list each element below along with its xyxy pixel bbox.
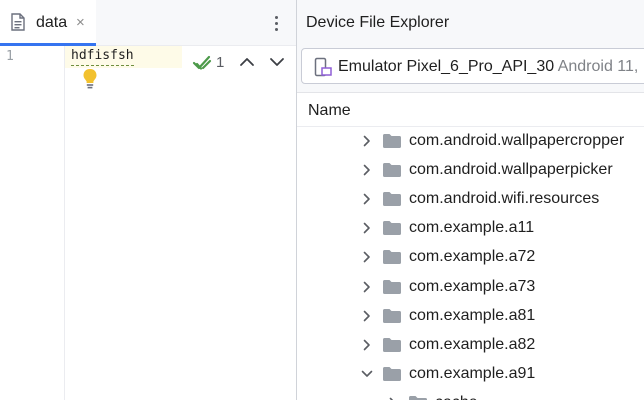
folder-icon [383, 134, 401, 148]
tree-row-label: com.example.a82 [409, 335, 536, 353]
tree-row[interactable]: com.example.a91 [297, 360, 644, 388]
folder-icon [383, 192, 401, 207]
tree-row-label: com.android.wallpaperpicker [409, 161, 613, 179]
chevron-down-icon[interactable] [361, 368, 373, 380]
chevron-right-icon[interactable] [361, 193, 373, 205]
panel-title: Device File Explorer [306, 14, 450, 31]
tree-row-label: com.example.a91 [409, 364, 536, 382]
column-header[interactable]: Name [297, 93, 644, 127]
chevron-up-icon[interactable] [238, 52, 256, 72]
double-check-icon [192, 55, 212, 70]
device-name: Emulator Pixel_6_Pro_API_30 [338, 58, 555, 75]
tree-row[interactable]: com.android.wallpapercropper [297, 127, 644, 155]
device-name-label: Emulator Pixel_6_Pro_API_30 Android 11, [338, 57, 638, 77]
tree-row-label: com.example.a11 [409, 219, 535, 237]
text-file-icon [11, 13, 25, 31]
tree-row[interactable]: com.example.a73 [297, 273, 644, 301]
tree-row[interactable]: com.example.a72 [297, 243, 644, 271]
device-selector[interactable]: Emulator Pixel_6_Pro_API_30 Android 11, [301, 48, 644, 84]
editor-tab-bar: data × [0, 0, 296, 46]
folder-icon [383, 308, 401, 323]
device-version: Android 11, [557, 58, 639, 75]
file-tree: Name com.android.wallpapercropper com.and… [297, 93, 644, 400]
tree-row-label: com.example.a81 [409, 306, 536, 324]
lightbulb-icon[interactable] [82, 68, 98, 90]
line-number-gutter: 1 [0, 46, 65, 400]
folder-icon [383, 279, 401, 294]
folder-icon [383, 221, 401, 236]
chevron-down-icon[interactable] [268, 52, 286, 72]
tree-row[interactable]: com.example.a81 [297, 302, 644, 330]
line-number: 1 [6, 49, 14, 64]
chevron-right-icon[interactable] [361, 281, 373, 293]
tree-row[interactable]: com.android.wallpaperpicker [297, 156, 644, 184]
folder-icon [383, 163, 401, 178]
tree-row[interactable]: cache [297, 389, 644, 400]
device-icon [314, 57, 332, 77]
tree-row-label: cache [435, 393, 478, 400]
editor-pane: data × 1 hdfisfsh 1 [0, 0, 296, 400]
tab-close-icon[interactable]: × [76, 13, 85, 33]
tree-row[interactable]: com.example.a11 [297, 214, 644, 242]
tree-row-label: com.example.a73 [409, 277, 536, 295]
folder-icon [383, 337, 401, 352]
chevron-right-icon[interactable] [361, 164, 373, 176]
folder-icon [383, 366, 401, 381]
chevron-right-icon[interactable] [361, 135, 373, 147]
folder-icon [409, 395, 427, 400]
tree-row[interactable]: com.android.wifi.resources [297, 185, 644, 213]
chevron-right-icon[interactable] [361, 339, 373, 351]
folder-icon [383, 250, 401, 265]
tab-label: data [36, 14, 68, 31]
code-line[interactable]: hdfisfsh [71, 47, 134, 66]
tree-row-label: com.android.wallpapercropper [409, 132, 625, 149]
chevron-right-icon[interactable] [361, 222, 373, 234]
inspection-count: 1 [216, 54, 225, 71]
tab-data[interactable]: data × [0, 0, 96, 46]
column-name-label: Name [308, 102, 351, 119]
more-options-icon[interactable] [264, 12, 288, 36]
tree-row-label: com.android.wifi.resources [409, 190, 600, 208]
tree-row-label: com.example.a72 [409, 248, 536, 266]
tree-row[interactable]: com.example.a82 [297, 331, 644, 359]
chevron-right-icon[interactable] [361, 251, 373, 263]
device-file-explorer: Device File Explorer Emulator Pixel_6_Pr… [297, 0, 644, 400]
chevron-right-icon[interactable] [361, 310, 373, 322]
